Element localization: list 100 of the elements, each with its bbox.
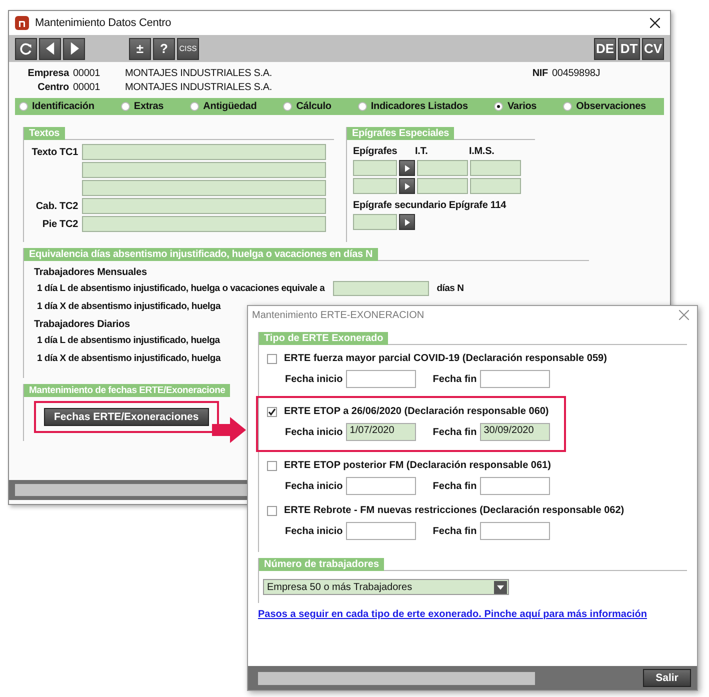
refresh-icon [19, 42, 33, 56]
app-logo-icon [15, 16, 29, 30]
dates-button[interactable]: Fechas ERTE/Exoneraciones [44, 408, 209, 426]
tab-label: Extras [134, 101, 164, 112]
date-field[interactable] [346, 370, 416, 388]
input-field[interactable] [353, 178, 397, 194]
radio-tab[interactable]: Cálculo [283, 101, 332, 112]
caret-icon [497, 584, 504, 590]
field-label: Epígrafe secundario Epígrafe 114 [352, 200, 508, 211]
play-icon [404, 182, 410, 190]
radio-button[interactable] [19, 102, 28, 111]
equivalence-text: 1 día X de absentismo injustificado, huelga [37, 353, 221, 364]
tab-label: Observaciones [576, 101, 646, 112]
option-label: ERTE ETOP posterior FM (Declaración responsable 061) [284, 460, 551, 471]
field-label: Fecha fin [432, 526, 477, 536]
play-icon [404, 218, 410, 226]
field-label: Fecha fin [432, 426, 477, 438]
refresh-button[interactable] [15, 38, 37, 60]
input-field[interactable] [82, 180, 326, 196]
radio-tab[interactable]: Antigüedad [190, 101, 257, 112]
option-label: ERTE fuerza mayor parcial COVID-19 (Declaración responsable 059) [284, 353, 607, 364]
radio-button[interactable] [494, 102, 504, 111]
unit-label: días N [436, 283, 464, 294]
date-field[interactable] [480, 477, 550, 495]
close-icon[interactable] [650, 18, 660, 28]
toolbar-button[interactable]: CV [642, 38, 664, 60]
column-label: I.T. [415, 146, 429, 157]
equivalence-text: 1 día L de absentismo injustificado, huelga [37, 335, 220, 346]
next-button[interactable] [63, 38, 85, 60]
tab-label: Cálculo [296, 101, 332, 112]
play-icon [404, 164, 410, 172]
column-label: I.M.S. [469, 146, 494, 157]
field-label: Fecha inicio [285, 374, 343, 384]
dialog-title: Mantenimiento ERTE-EXONERACION [252, 310, 426, 320]
checkbox[interactable] [267, 460, 277, 470]
radio-button[interactable] [190, 102, 200, 111]
field-label: Fecha inicio [285, 480, 343, 492]
column-label: Epígrafes [353, 146, 398, 157]
radio-button[interactable] [563, 102, 572, 111]
field-label: Fecha fin [432, 374, 477, 384]
input-field[interactable] [82, 198, 326, 214]
radio-button[interactable] [358, 102, 367, 111]
dropdown[interactable]: Empresa 50 o más Trabajadores [263, 579, 509, 595]
section-heading: Trabajadores Mensuales [34, 267, 148, 278]
lookup-button[interactable] [399, 160, 415, 176]
input-field[interactable] [82, 144, 326, 160]
input-field[interactable] [82, 162, 326, 178]
equivalence-text: 1 día X de absentismo injustificado, huelga [37, 301, 221, 312]
radio-button[interactable] [120, 102, 130, 111]
lookup-button[interactable] [399, 214, 415, 230]
input-field[interactable] [353, 214, 397, 230]
input-field[interactable] [82, 216, 326, 232]
left-arrow-icon [46, 42, 54, 55]
toolbar-button[interactable]: DT [618, 38, 640, 60]
exit-button[interactable]: Salir [643, 669, 691, 687]
tab-label: Antigüedad [203, 101, 257, 112]
group-title: Tipo de ERTE Exonerado [259, 332, 388, 345]
input-field[interactable] [353, 160, 397, 176]
date-field[interactable]: 1/07/2020 [346, 423, 416, 441]
radio-button[interactable] [283, 102, 292, 111]
previous-button[interactable] [39, 38, 61, 60]
toolbar-button[interactable]: ± [129, 38, 151, 60]
checkbox[interactable] [267, 506, 277, 516]
date-field[interactable] [480, 370, 550, 388]
checkbox[interactable] [267, 406, 277, 416]
date-field[interactable] [480, 522, 550, 540]
field-label: Pie TC2 [41, 218, 79, 230]
date-field[interactable] [346, 477, 416, 495]
input-field[interactable] [417, 178, 468, 194]
radio-tab[interactable]: Observaciones [563, 101, 646, 112]
option-label: ERTE ETOP a 26/06/2020 (Declaración responsable 060) [284, 406, 549, 417]
info-link[interactable]: Pasos a seguir en cada tipo de erte exonerado. Pinche aquí para más información [258, 609, 648, 620]
date-field[interactable] [346, 522, 416, 540]
field-label: Fecha inicio [285, 426, 343, 438]
toolbar-button[interactable]: ? [153, 38, 175, 60]
company-code: 00001 [73, 68, 102, 79]
field-label: Empresa [26, 68, 69, 79]
right-arrow-icon [70, 42, 78, 55]
lookup-button[interactable] [399, 178, 415, 194]
date-field[interactable]: 30/09/2020 [480, 423, 550, 441]
checkbox[interactable] [267, 354, 277, 364]
radio-tab[interactable]: Extras [120, 101, 164, 112]
field-label: Centro [36, 82, 69, 93]
window-title: Mantenimiento Datos Centro [35, 17, 172, 29]
input-field[interactable] [470, 178, 521, 194]
group-title: Mantenimiento de fechas ERTE/Exoneracione [24, 384, 230, 397]
tab-label: Identificación [32, 101, 94, 112]
toolbar-button[interactable]: DE [594, 38, 616, 60]
radio-tab[interactable]: Varios [494, 101, 537, 112]
field-label: Texto TC1 [30, 146, 79, 158]
center-code: 00001 [73, 82, 102, 93]
input-field[interactable] [470, 160, 521, 176]
company-name: MONTAJES INDUSTRIALES S.A. [125, 68, 274, 79]
option-label: ERTE Rebrote - FM nuevas restricciones (Declaración responsable 062) [284, 505, 624, 516]
section-heading: Trabajadores Diarios [34, 319, 131, 330]
input-field[interactable] [417, 160, 468, 176]
nif-value: 00459898J [552, 68, 602, 79]
radio-tab[interactable]: Identificación [19, 101, 94, 112]
input-field[interactable] [332, 281, 429, 296]
tab-label: Varios [507, 101, 537, 112]
